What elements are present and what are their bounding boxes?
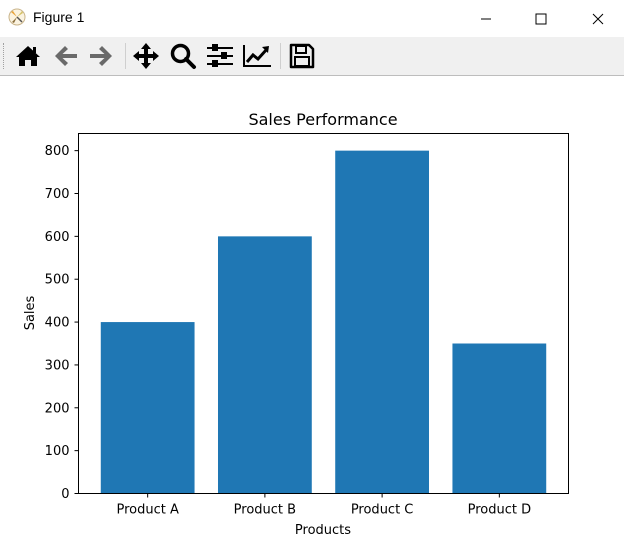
x-tick-label: Product D bbox=[468, 503, 532, 518]
close-button[interactable] bbox=[575, 0, 621, 37]
forward-button[interactable] bbox=[86, 41, 116, 71]
toolbar-grip[interactable] bbox=[3, 43, 6, 69]
x-axis-label: Products bbox=[295, 523, 351, 538]
y-axis-label: Sales bbox=[23, 295, 38, 330]
y-tick-label: 400 bbox=[45, 316, 70, 331]
subplots-button[interactable] bbox=[205, 41, 235, 71]
y-tick-label: 700 bbox=[45, 187, 70, 202]
home-icon bbox=[16, 46, 40, 66]
minimize-button[interactable] bbox=[463, 0, 509, 37]
zoom-button[interactable] bbox=[168, 41, 198, 71]
y-tick-label: 600 bbox=[45, 230, 70, 245]
x-tick-label: Product C bbox=[351, 503, 414, 518]
back-button[interactable] bbox=[51, 41, 81, 71]
x-tick-label: Product B bbox=[234, 503, 296, 518]
bar-chart: Sales Performance 0 100 200 300 400 500 600 700… bbox=[23, 110, 569, 538]
navigation-toolbar bbox=[0, 37, 624, 76]
close-icon bbox=[592, 13, 604, 24]
maximize-icon bbox=[535, 13, 547, 24]
toolbar-separator bbox=[125, 43, 126, 69]
minimize-icon bbox=[481, 18, 491, 19]
figure-canvas[interactable]: Sales Performance 0 100 200 300 400 500 600 700… bbox=[0, 76, 624, 543]
bar-product-d bbox=[452, 343, 547, 494]
arrow-left-icon bbox=[55, 46, 77, 66]
magnifier-icon bbox=[170, 43, 196, 69]
y-tick-label: 500 bbox=[45, 273, 70, 288]
y-tick-label: 800 bbox=[45, 144, 70, 159]
y-tick-label: 300 bbox=[45, 358, 70, 373]
chart-title: Sales Performance bbox=[248, 110, 397, 129]
window-title: Figure 1 bbox=[33, 9, 85, 25]
customize-button[interactable] bbox=[242, 41, 272, 71]
save-button[interactable] bbox=[287, 41, 317, 71]
line-chart-icon bbox=[243, 45, 271, 67]
floppy-disk-icon bbox=[289, 43, 315, 69]
arrow-right-icon bbox=[90, 46, 112, 66]
maximize-button[interactable] bbox=[518, 0, 564, 37]
x-tick-label: Product A bbox=[116, 503, 178, 518]
window-titlebar: Figure 1 bbox=[0, 0, 624, 37]
y-tick-label: 200 bbox=[45, 401, 70, 416]
home-button[interactable] bbox=[13, 41, 43, 71]
y-tick-label: 0 bbox=[61, 487, 69, 502]
bar-product-a bbox=[100, 322, 195, 494]
matplotlib-icon bbox=[8, 8, 26, 26]
move-icon bbox=[133, 43, 159, 69]
bar-product-c bbox=[335, 150, 430, 494]
pan-button[interactable] bbox=[131, 41, 161, 71]
bar-product-b bbox=[217, 236, 312, 494]
toolbar-separator bbox=[280, 43, 281, 69]
sliders-icon bbox=[207, 44, 233, 67]
y-tick-label: 100 bbox=[45, 444, 70, 459]
